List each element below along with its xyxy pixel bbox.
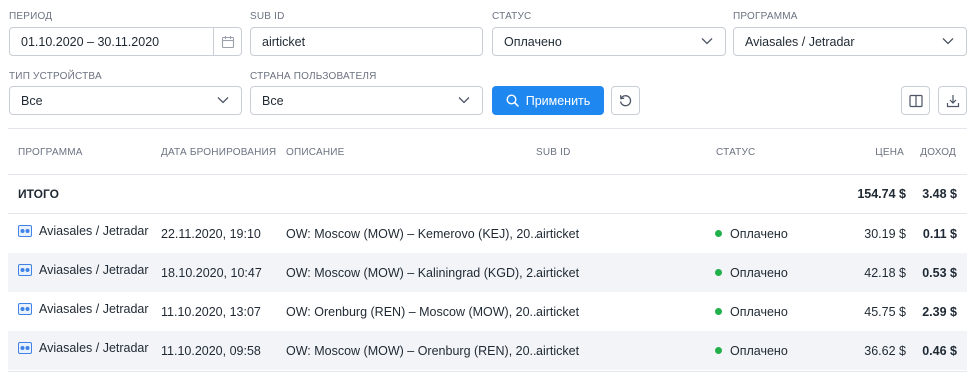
price: 30.19 $ [864,226,906,241]
status-label: СТАТУС [492,11,532,22]
aviasales-icon [18,342,32,354]
status-text: Оплачено [730,304,788,319]
booking-date: 18.10.2020, 10:47 [161,265,262,280]
status-cell: Оплачено [715,253,788,292]
total-price: 154.74 $ [857,186,906,201]
status-dot-icon [715,269,722,276]
calendar-button[interactable] [213,28,241,55]
program-cell: Aviasales / Jetradar [18,331,149,370]
table-row[interactable]: Aviasales / Jetradar 11.10.2020, 13:07 O… [8,292,967,331]
chevron-down-icon [217,97,229,104]
table-row[interactable]: Aviasales / Jetradar 22.11.2020, 19:10 O… [8,214,967,253]
calendar-icon [221,35,234,48]
price: 45.75 $ [864,304,906,319]
program-cell: Aviasales / Jetradar [18,214,149,253]
booking-date: 22.11.2020, 19:10 [161,226,261,241]
booking-date: 11.10.2020, 13:07 [161,304,261,319]
columns-settings-button[interactable] [901,86,930,115]
download-icon [946,94,959,107]
table-row[interactable]: Aviasales / Jetradar 18.10.2020, 10:47 O… [8,253,967,292]
description: OW: Moscow (MOW) – Kaliningrad (KGD), 2.… [286,265,544,280]
table-top-divider [8,128,967,129]
status-dot-icon [715,308,722,315]
status-text: Оплачено [730,343,788,358]
sub-id: airticket [536,343,580,358]
total-income: 3.48 $ [922,186,957,201]
program-name: Aviasales / Jetradar [39,263,149,277]
search-icon [506,94,519,107]
program-value: Aviasales / Jetradar [745,34,855,49]
aviasales-icon [18,264,32,276]
device-type-select[interactable]: Все [9,86,242,115]
export-button[interactable] [938,86,967,115]
description: OW: Moscow (MOW) – Orenburg (REN), 20... [286,343,540,358]
column-header-status[interactable]: СТАТУС [716,147,755,158]
total-row: ИТОГО 154.74 $ 3.48 $ [8,174,967,213]
apply-button-label: Применить [525,93,591,108]
columns-icon [908,94,923,107]
total-label: ИТОГО [18,186,59,201]
aviasales-icon [18,303,32,315]
sub-id-value: airticket [262,34,306,49]
user-country-label: СТРАНА ПОЛЬЗОВАТЕЛЯ [250,71,377,82]
booking-date: 11.10.2020, 09:58 [161,343,261,358]
program-name: Aviasales / Jetradar [39,224,149,238]
status-cell: Оплачено [715,292,788,331]
table-bottom-divider [8,371,967,372]
column-header-booking-date[interactable]: ДАТА БРОНИРОВАНИЯ [161,147,276,158]
status-dot-icon [715,230,722,237]
reset-icon [619,95,632,107]
price: 36.62 $ [864,343,906,358]
device-type-label: ТИП УСТРОЙСТВА [9,71,102,82]
program-label: ПРОГРАММА [733,11,798,22]
period-value: 01.10.2020 – 30.11.2020 [21,34,160,49]
program-select[interactable]: Aviasales / Jetradar [733,27,967,56]
description: OW: Moscow (MOW) – Kemerovo (KEJ), 20... [286,226,541,241]
program-name: Aviasales / Jetradar [39,341,149,355]
description: OW: Orenburg (REN) – Moscow (MOW), 20... [286,304,540,319]
period-label: ПЕРИОД [9,11,53,22]
sub-id-input[interactable]: airticket [250,27,483,56]
status-cell: Оплачено [715,331,788,370]
income: 2.39 $ [922,304,957,319]
user-country-select[interactable]: Все [250,86,483,115]
column-header-sub-id[interactable]: SUB ID [536,147,571,158]
income: 0.53 $ [922,265,957,280]
chevron-down-icon [701,38,713,45]
program-cell: Aviasales / Jetradar [18,292,149,331]
status-value: Оплачено [504,34,562,49]
income: 0.11 $ [922,226,957,241]
column-header-description[interactable]: ОПИСАНИЕ [286,147,345,158]
program-cell: Aviasales / Jetradar [18,253,149,292]
status-dot-icon [715,347,722,354]
status-select[interactable]: Оплачено [492,27,726,56]
column-header-income[interactable]: ДОХОД [920,147,956,158]
period-date-range-input[interactable]: 01.10.2020 – 30.11.2020 [9,27,242,56]
column-header-program[interactable]: ПРОГРАММА [18,147,83,158]
price: 42.18 $ [864,265,906,280]
aviasales-icon [18,225,32,237]
status-text: Оплачено [730,265,788,280]
column-header-price[interactable]: ЦЕНА [875,147,904,158]
program-name: Aviasales / Jetradar [39,302,149,316]
chevron-down-icon [942,38,954,45]
sub-id: airticket [536,226,580,241]
apply-button[interactable]: Применить [492,86,604,115]
sub-id: airticket [536,304,580,319]
chevron-down-icon [458,97,470,104]
table-row[interactable]: Aviasales / Jetradar 11.10.2020, 09:58 O… [8,331,967,370]
sub-id-label: SUB ID [250,11,285,22]
reset-filters-button[interactable] [611,86,640,115]
status-cell: Оплачено [715,214,788,253]
status-text: Оплачено [730,226,788,241]
device-type-value: Все [21,93,43,108]
user-country-value: Все [262,93,284,108]
income: 0.46 $ [922,343,957,358]
sub-id: airticket [536,265,580,280]
